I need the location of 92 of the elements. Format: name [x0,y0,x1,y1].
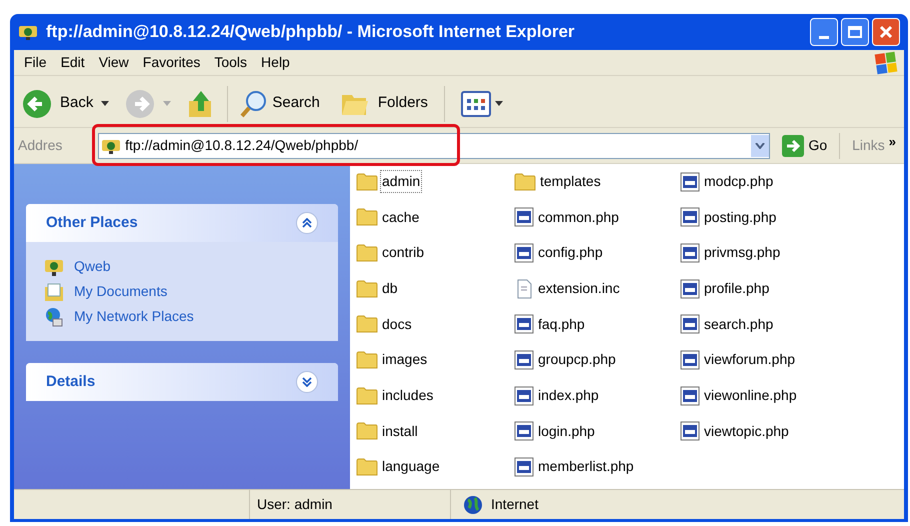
folder-icon [356,422,378,440]
file-name[interactable]: memberlist.php [536,455,636,478]
go-button[interactable]: Go [782,134,828,156]
window-title: ftp://admin@10.8.12.24/Qweb/phpbb/ - Microsoft Internet Explorer [46,21,575,44]
dropdown-button[interactable] [751,134,770,156]
panel-title[interactable]: Other Places [46,212,138,234]
script-file-icon [680,350,700,370]
menu-item[interactable]: Favorites [136,52,206,73]
file-name[interactable]: faq.php [536,312,587,336]
script-file-icon [680,421,700,442]
place-link[interactable]: Qweb [74,256,111,277]
file-name[interactable]: templates [538,170,603,193]
caret-icon [755,142,766,148]
folder-icon [356,458,378,476]
back-button[interactable]: Back [22,84,94,124]
file-name[interactable]: install [380,420,420,443]
file-name[interactable]: privmsg.php [702,241,782,264]
folder-icon [356,386,378,404]
caret-icon [494,100,503,106]
file-name[interactable]: search.php [702,312,776,336]
address-label: Addres [18,136,64,155]
file-name[interactable]: images [380,348,430,372]
minimize-button[interactable] [810,18,838,46]
menu-item[interactable]: File [18,52,53,73]
expand-button[interactable] [296,371,318,393]
search-icon [240,90,268,118]
close-icon [879,25,893,39]
script-file-icon [680,242,700,263]
windows-logo-icon [874,51,898,74]
collapse-button[interactable] [296,212,318,234]
file-name[interactable]: login.php [536,420,597,443]
status-user: User: admin [256,495,334,514]
script-file-icon [680,172,700,192]
file-name[interactable]: contrib [380,241,426,264]
menu-item[interactable]: Tools [208,52,254,73]
panel-title[interactable]: Details [46,370,96,394]
script-file-icon [514,242,534,263]
file-name[interactable]: db [380,277,400,300]
address-field[interactable]: ftp://admin@10.8.12.24/Qweb/phpbb/ [98,132,770,158]
dropdown-caret-icon[interactable] [101,100,110,106]
file-name[interactable]: docs [380,312,414,336]
status-zone: Internet [491,495,538,514]
script-file-icon [680,278,700,298]
close-button[interactable] [872,18,900,46]
file-name[interactable]: viewforum.php [702,348,798,372]
file-name[interactable]: viewonline.php [702,384,799,407]
folder-icon [356,315,378,334]
script-file-icon [514,350,534,370]
script-file-icon [514,386,534,406]
file-name[interactable]: viewtopic.php [702,420,791,443]
network-icon [44,306,64,326]
script-file-icon [514,314,534,334]
views-button[interactable] [460,90,503,116]
chevrons-down-icon [302,377,312,387]
file-name[interactable]: groupcp.php [536,348,618,372]
folder-icon [356,208,378,226]
file-name[interactable]: index.php [536,384,601,407]
file-name[interactable]: posting.php [702,206,778,229]
ftp-folder-icon [18,23,38,41]
chevrons-up-icon [302,218,312,228]
globe-icon [463,494,483,514]
file-name[interactable]: extension.inc [536,277,622,300]
file-name[interactable]: language [380,455,442,478]
folder-icon [356,244,378,262]
script-file-icon [680,207,700,228]
chevron-button[interactable]: » [888,132,896,152]
file-name[interactable]: cache [380,206,422,229]
menu-item[interactable]: View [92,52,135,73]
file-name[interactable]: profile.php [702,277,772,300]
views-grid-icon [460,90,491,116]
file-name[interactable]: admin [380,170,422,193]
folder-icon [356,350,378,369]
folder-icon [356,280,378,298]
folder-icon [44,282,64,302]
file-name[interactable]: includes [380,384,436,407]
place-link[interactable]: My Network Places [74,306,194,327]
menu-item[interactable]: Edit [54,52,91,73]
script-file-icon [514,207,534,228]
folder-icon [356,172,378,190]
file-name[interactable]: config.php [536,241,605,264]
script-file-icon [514,456,534,477]
script-file-icon [514,421,534,442]
script-file-icon [680,314,700,334]
search-button[interactable]: Search [240,90,320,118]
script-file-icon [680,386,700,406]
folders-button[interactable]: Folders [340,90,428,116]
folder-icon [514,172,536,190]
menu-item[interactable]: Help [255,52,296,73]
file-name[interactable]: modcp.php [702,170,776,193]
maximize-button[interactable] [841,18,869,46]
file-name[interactable]: common.php [536,206,621,229]
place-link[interactable]: My Documents [74,281,168,302]
